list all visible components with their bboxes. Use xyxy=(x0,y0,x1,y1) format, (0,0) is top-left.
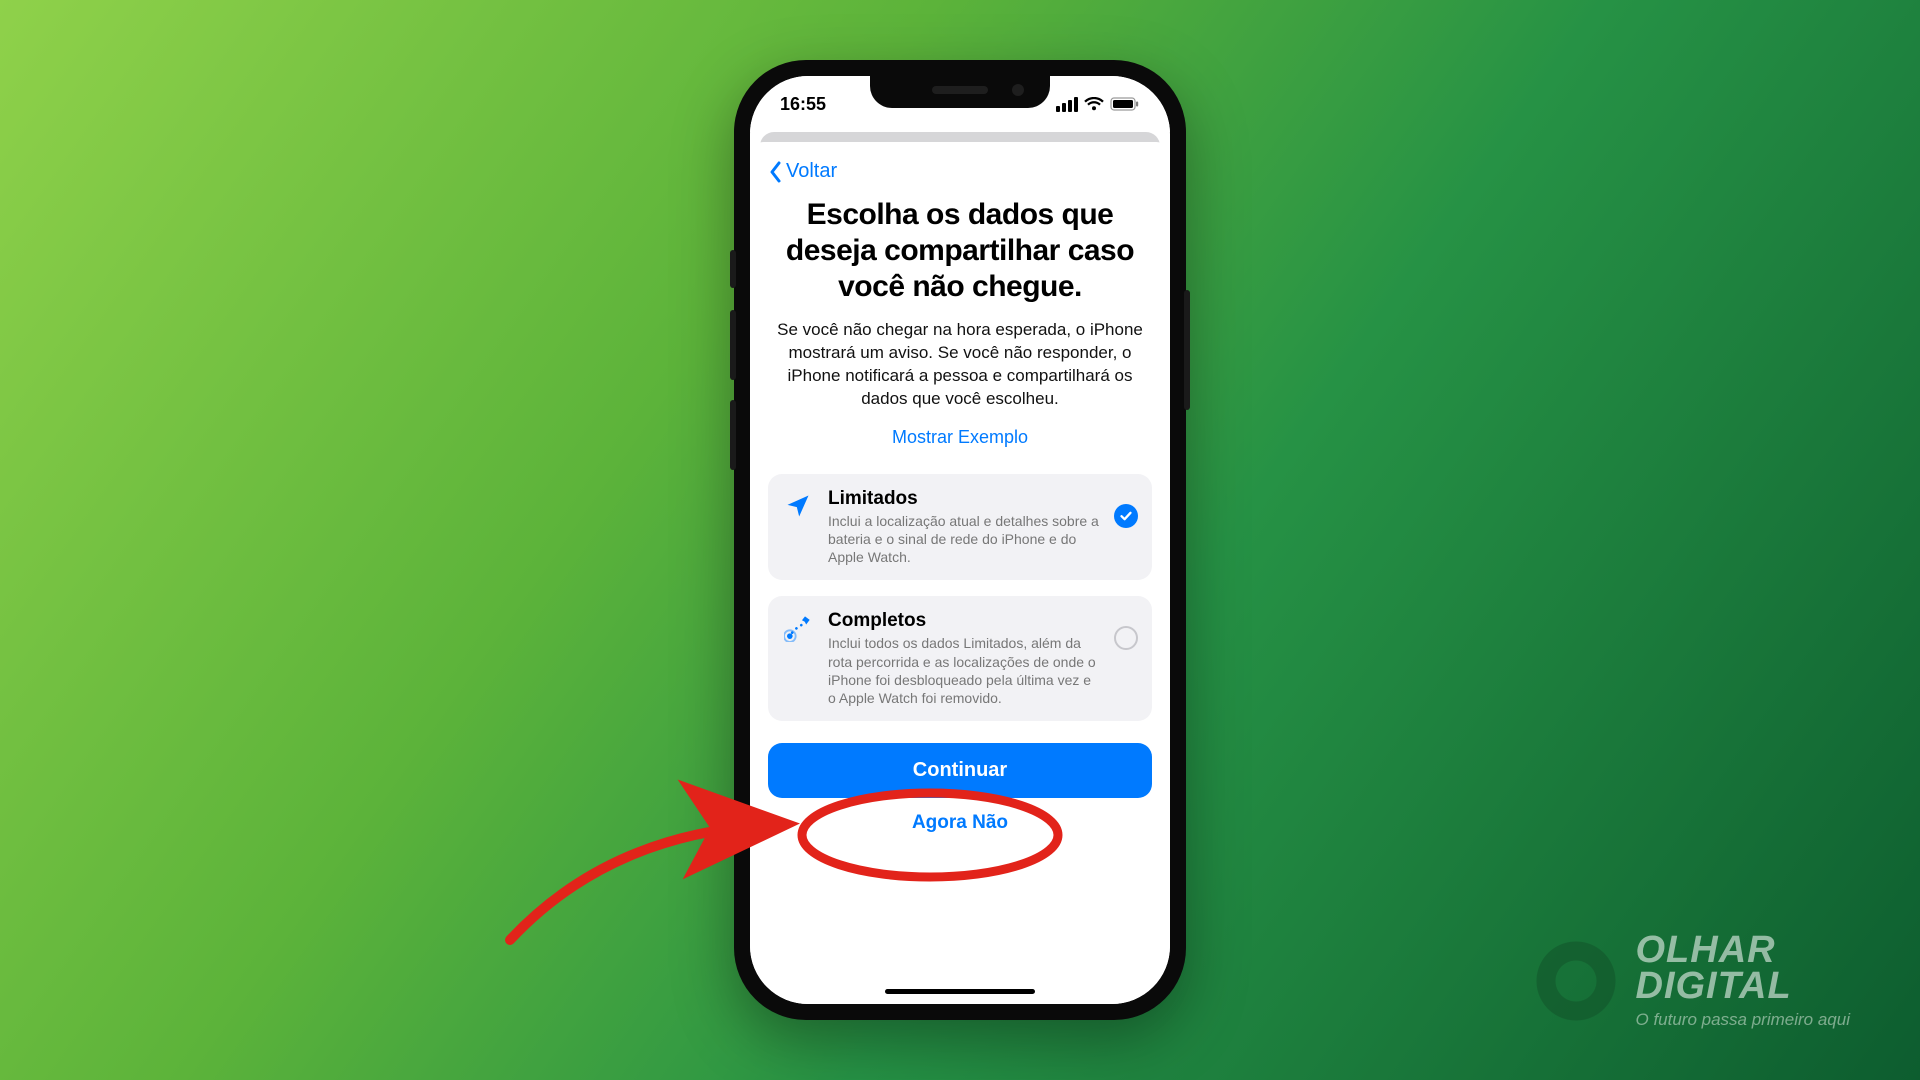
chevron-left-icon xyxy=(768,161,782,183)
option-full[interactable]: Completos Inclui todos os dados Limitado… xyxy=(768,596,1152,721)
watermark-tagline: O futuro passa primeiro aqui xyxy=(1636,1010,1851,1030)
back-button[interactable]: Voltar xyxy=(768,158,837,191)
watermark-brand-l2: DIGITAL xyxy=(1636,968,1851,1004)
phone-volume-up xyxy=(730,310,736,380)
back-label: Voltar xyxy=(786,160,837,183)
not-now-button[interactable]: Agora Não xyxy=(768,812,1152,834)
tutorial-stage: 16:55 Voltar Escolha os dados xyxy=(0,0,1920,1080)
option-description: Inclui a localização atual e detalhes so… xyxy=(828,512,1100,567)
watermark-ring-icon xyxy=(1534,939,1618,1023)
options-list: Limitados Inclui a localização atual e d… xyxy=(768,474,1152,721)
phone-side-button xyxy=(1184,290,1190,410)
option-title: Completos xyxy=(828,610,1100,632)
location-arrow-icon xyxy=(782,490,814,522)
continue-button[interactable]: Continuar xyxy=(768,743,1152,798)
phone-notch xyxy=(870,76,1050,108)
home-indicator[interactable] xyxy=(885,989,1035,994)
option-title: Limitados xyxy=(828,488,1100,510)
phone-mute-switch xyxy=(730,250,736,288)
battery-icon xyxy=(1110,97,1140,111)
page-description: Se você não chegar na hora esperada, o i… xyxy=(768,319,1152,411)
cellular-signal-icon xyxy=(1056,97,1078,112)
wifi-icon xyxy=(1084,97,1104,111)
radio-unselected-icon xyxy=(1114,626,1138,650)
watermark-brand-l1: OLHAR xyxy=(1636,932,1851,968)
status-indicators xyxy=(1056,97,1140,112)
show-example-link[interactable]: Mostrar Exemplo xyxy=(768,427,1152,448)
phone-screen: 16:55 Voltar Escolha os dados xyxy=(750,76,1170,1004)
status-time: 16:55 xyxy=(780,94,826,115)
watermark: OLHAR DIGITAL O futuro passa primeiro aq… xyxy=(1534,932,1851,1030)
page-title: Escolha os dados que deseja compartilhar… xyxy=(768,191,1152,319)
checkmark-selected-icon xyxy=(1114,504,1138,528)
option-limited[interactable]: Limitados Inclui a localização atual e d… xyxy=(768,474,1152,581)
option-description: Inclui todos os dados Limitados, além da… xyxy=(828,634,1100,707)
route-icon xyxy=(782,612,814,644)
phone-volume-down xyxy=(730,400,736,470)
phone-frame: 16:55 Voltar Escolha os dados xyxy=(734,60,1186,1020)
modal-sheet: Voltar Escolha os dados que deseja compa… xyxy=(750,142,1170,1004)
